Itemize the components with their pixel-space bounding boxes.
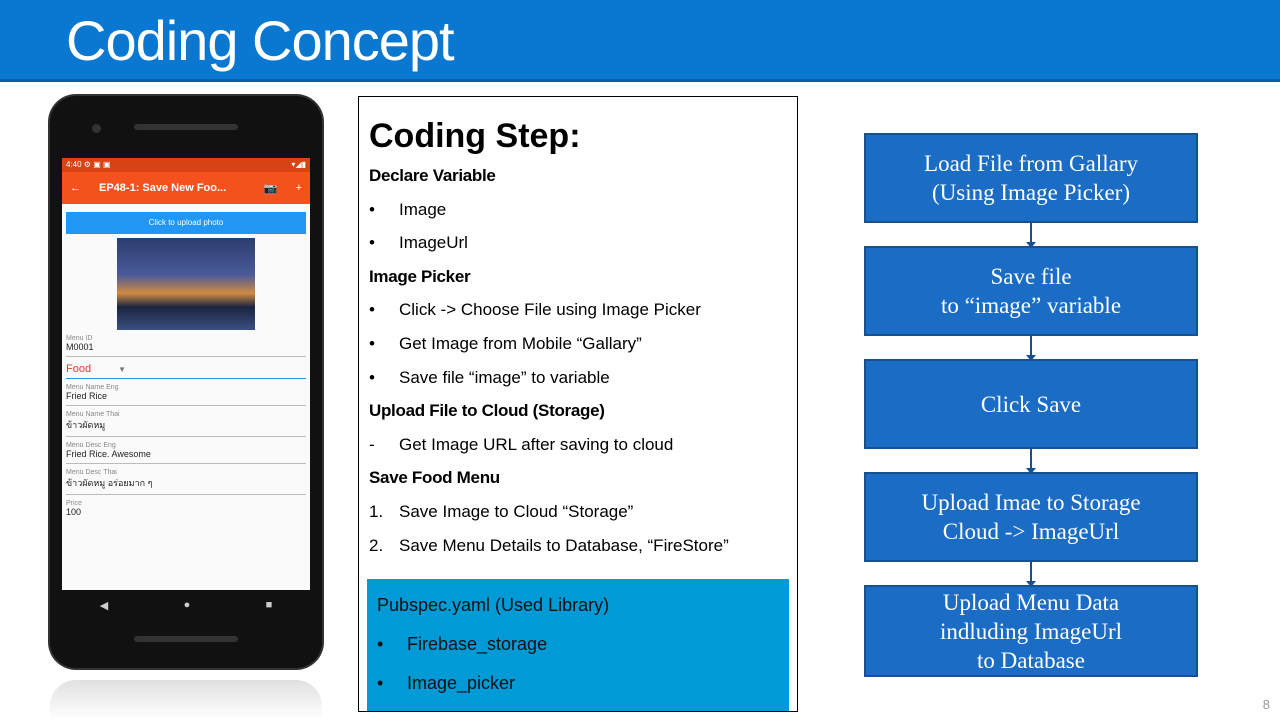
library-item-text: Firebase_storage — [407, 634, 548, 654]
step-item: • ImageUrl — [369, 233, 787, 267]
library-item: • Firebase_storage — [377, 634, 548, 654]
field-menu-name-thai[interactable]: Menu Name Thai ข้าวผัดหมู — [66, 406, 306, 437]
status-bar: 4:40 ⚙ ▣ ▣ ▾◢▮ — [62, 158, 310, 172]
back-nav-icon[interactable]: ◀ — [100, 599, 108, 612]
item-text: Save Menu Details to Database, “FireStor… — [399, 535, 729, 555]
flow-step-text: Upload Menu Data indluding ImageUrl to D… — [939, 589, 1123, 673]
item-text: Get Image URL after saving to cloud — [399, 434, 674, 454]
bullet: • — [369, 199, 375, 219]
field-label: Menu Desc Eng — [66, 442, 116, 449]
bullet: 1. — [369, 501, 384, 521]
bottom-speaker — [134, 636, 238, 642]
home-nav-icon[interactable]: ● — [184, 599, 191, 611]
field-value: Fried Rice. Awesome — [66, 449, 151, 459]
steps-list: Declare Variable • Image • ImageUrl Image Pic… — [369, 166, 787, 569]
flow-arrow — [1026, 449, 1036, 474]
flow-arrow — [1026, 336, 1036, 361]
nav-bar: ◀ ● ■ — [62, 590, 310, 620]
category-value: Food — [66, 363, 92, 375]
flow-step-text: Upload Imae to Storage Cloud -> ImageUrl — [921, 490, 1141, 544]
slide-title: Coding Concept — [66, 9, 455, 72]
field-label: Menu Name Thai — [66, 411, 120, 418]
field-menu-desc-eng[interactable]: Menu Desc Eng Fried Rice. Awesome — [66, 437, 306, 464]
item-text: Get Image from Mobile “Gallary” — [399, 333, 642, 353]
upload-photo-button[interactable]: Click to upload photo — [66, 212, 306, 234]
add-icon[interactable]: + — [296, 182, 302, 194]
recents-nav-icon[interactable]: ■ — [266, 599, 273, 611]
food-photo — [117, 238, 255, 330]
flow-step-2: Save file to “image” variable — [864, 246, 1198, 336]
field-label: Price — [66, 500, 82, 507]
page-number: 8 — [1262, 697, 1270, 712]
field-label: Menu Name Eng — [66, 384, 119, 391]
section-text: Upload File to Cloud (Storage) — [369, 401, 605, 421]
item-text: Save Image to Cloud “Storage” — [399, 501, 634, 521]
step-item: • Get Image from Mobile “Gallary” — [369, 334, 787, 368]
phone-screen: 4:40 ⚙ ▣ ▣ ▾◢▮ ← EP48-1: Save New Foo...… — [62, 158, 310, 590]
field-value: M0001 — [66, 342, 94, 352]
step-section-heading: Image Picker — [369, 267, 787, 301]
bullet: • — [369, 300, 375, 320]
bullet: 2. — [369, 535, 384, 555]
flow-arrow — [1026, 562, 1036, 587]
item-text: Click -> Choose File using Image Picker — [399, 300, 701, 320]
phone-reflection — [50, 680, 322, 720]
field-value: ข้าวผัดหมู อร่อยมาก ๆ — [66, 478, 153, 488]
step-item: • Click -> Choose File using Image Picker — [369, 300, 787, 334]
field-menu-id[interactable]: Menu ID M0001 — [66, 330, 306, 357]
step-item: 1. Save Image to Cloud “Storage” — [369, 502, 787, 536]
bullet: • — [369, 233, 375, 253]
bullet: • — [369, 333, 375, 353]
field-value: Fried Rice — [66, 391, 108, 401]
flow-step-5: Upload Menu Data indluding ImageUrl to D… — [864, 585, 1198, 677]
step-item: • Save file “image” to variable — [369, 368, 787, 402]
step-item: - Get Image URL after saving to cloud — [369, 435, 787, 469]
library-item-text: Image_picker — [407, 673, 516, 693]
section-text: Save Food Menu — [369, 468, 500, 488]
status-time: 4:40 — [66, 160, 82, 169]
step-section-heading: Upload File to Cloud (Storage) — [369, 401, 787, 435]
flow-step-text: Save file to “image” variable — [940, 264, 1122, 318]
section-text: Declare Variable — [369, 166, 496, 185]
library-box: Pubspec.yaml (Used Library) • Firebase_st… — [367, 579, 789, 711]
camera-icon — [92, 124, 101, 133]
field-price[interactable]: Price 100 — [66, 495, 306, 521]
field-menu-name-eng[interactable]: Menu Name Eng Fried Rice — [66, 379, 306, 406]
flow-arrow — [1026, 223, 1036, 248]
flow-step-4: Upload Imae to Storage Cloud -> ImageUrl — [864, 472, 1198, 562]
flow-step-text: Click Save — [980, 391, 1082, 417]
field-label: Menu Desc Thai — [66, 469, 117, 476]
flow-step-text: Load File from Gallary (Using Image Pick… — [924, 151, 1138, 205]
item-text: Save file “image” to variable — [399, 367, 610, 387]
steps-title: Coding Step: — [369, 117, 581, 155]
camera-button-icon[interactable]: 📷 — [264, 182, 278, 195]
library-item: • Image_picker — [377, 673, 516, 693]
item-text: Image — [399, 199, 447, 219]
item-text: ImageUrl — [399, 233, 468, 253]
field-menu-desc-thai[interactable]: Menu Desc Thai ข้าวผัดหมู อร่อยมาก ๆ — [66, 464, 306, 495]
category-dropdown[interactable]: Food ▼ — [66, 357, 306, 379]
bullet: • — [369, 367, 375, 387]
bullet: - — [369, 434, 375, 454]
field-value: 100 — [66, 507, 82, 517]
phone-mockup: 4:40 ⚙ ▣ ▣ ▾◢▮ ← EP48-1: Save New Foo...… — [50, 96, 322, 668]
step-item: • Image — [369, 200, 787, 234]
field-value: ข้าวผัดหมู — [66, 420, 106, 430]
library-title: Pubspec.yaml (Used Library) — [377, 595, 610, 615]
coding-steps-box: Coding Step: Declare Variable • Image • Imag… — [358, 96, 798, 712]
step-item: 2. Save Menu Details to Database, “FireSt… — [369, 536, 787, 570]
flow-step-1: Load File from Gallary (Using Image Pick… — [864, 133, 1198, 223]
battery-icon: ▾◢▮ — [291, 160, 306, 169]
slide-header: Coding Concept — [0, 0, 1280, 82]
flow-step-3: Click Save — [864, 359, 1198, 449]
app-title: EP48-1: Save New Foo... — [99, 182, 227, 194]
field-label: Menu ID — [66, 335, 93, 342]
back-arrow-icon[interactable]: ← — [70, 182, 81, 194]
section-text: Image Picker — [369, 266, 471, 286]
dropdown-arrow-icon: ▼ — [118, 365, 127, 374]
step-section-heading: Declare Variable — [369, 166, 787, 200]
app-bar: ← EP48-1: Save New Foo... 📷 + — [62, 172, 310, 204]
speaker-grille — [134, 124, 238, 130]
step-section-heading: Save Food Menu — [369, 468, 787, 502]
